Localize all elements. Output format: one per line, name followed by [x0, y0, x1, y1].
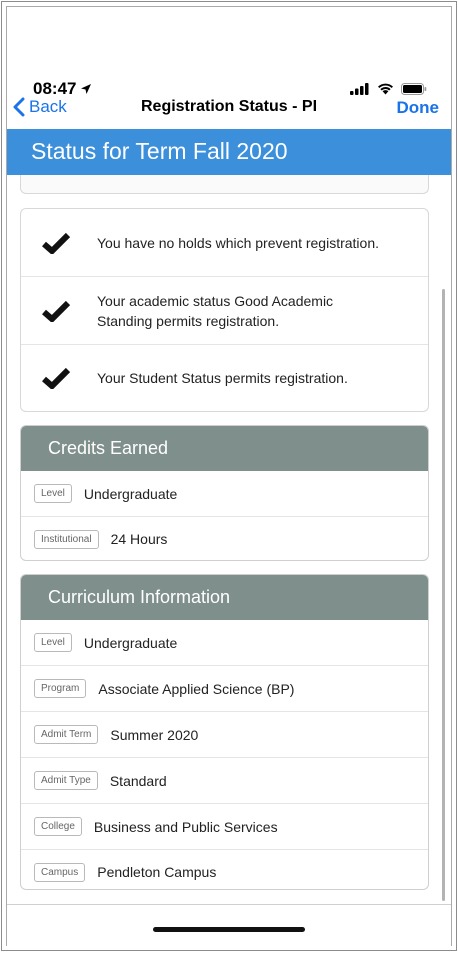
battery-icon [401, 83, 427, 95]
curriculum-info-header: Curriculum Information [21, 575, 428, 620]
field-tag: Institutional [34, 529, 99, 549]
field-value: Business and Public Services [93, 818, 278, 835]
chevron-left-icon [13, 97, 25, 117]
field-tag: Program [34, 679, 87, 698]
field-value: Standard [109, 772, 167, 789]
checkmark-icon [42, 300, 71, 322]
phone-screen: 08:47 Back Registration Status - PI Done… [6, 6, 452, 946]
field-value: Undergraduate [83, 634, 178, 651]
checkmark-icon [42, 232, 71, 254]
curriculum-row: College Business and Public Services [21, 804, 428, 850]
credits-earned-header: Credits Earned [21, 426, 428, 471]
registration-checks-card: You have no holds which prevent registra… [20, 208, 429, 412]
curriculum-info-card: Curriculum Information Level Undergradua… [20, 574, 429, 890]
curriculum-row: Campus Pendleton Campus [21, 850, 428, 889]
nav-title: Registration Status - PI [140, 98, 318, 115]
wifi-icon [378, 83, 393, 95]
check-text: Your academic status Good Academic Stand… [97, 292, 334, 329]
screen-frame: 08:47 Back Registration Status - PI Done… [1, 1, 457, 951]
field-tag: College [34, 817, 82, 836]
field-value: Associate Applied Science (BP) [98, 680, 295, 697]
previous-card [20, 175, 429, 194]
field-value: Pendleton Campus [97, 864, 217, 880]
credits-row: Institutional 24 Hours [21, 517, 428, 560]
field-tag: Level [34, 484, 72, 503]
field-tag: Level [34, 633, 72, 652]
scrollbar[interactable] [442, 289, 445, 901]
credits-earned-card: Credits Earned Level Undergraduate Insti… [20, 425, 429, 561]
term-header: Status for Term Fall 2020 [7, 129, 451, 175]
nav-bar: Back Registration Status - PI Done [7, 95, 451, 129]
check-text: You have no holds which prevent registra… [97, 234, 379, 251]
status-bar: 08:47 [7, 7, 451, 98]
field-value: 24 Hours [110, 531, 168, 547]
check-row: You have no holds which prevent registra… [21, 209, 428, 277]
field-tag: Campus [34, 862, 86, 882]
back-label: Back [29, 97, 67, 116]
field-value: Summer 2020 [110, 726, 199, 743]
location-arrow-icon [81, 84, 92, 94]
credits-row: Level Undergraduate [21, 471, 428, 517]
field-tag: Admit Term [34, 725, 99, 744]
check-row: Your Student Status permits registration… [21, 345, 428, 411]
curriculum-row: Program Associate Applied Science (BP) [21, 666, 428, 712]
curriculum-row: Admit Term Summer 2020 [21, 712, 428, 758]
done-button[interactable]: Done [397, 98, 440, 118]
field-value: Undergraduate [83, 485, 178, 502]
field-tag: Admit Type [34, 771, 98, 790]
check-row: Your academic status Good Academic Stand… [21, 277, 428, 345]
back-button[interactable]: Back [13, 97, 67, 117]
curriculum-row: Admit Type Standard [21, 758, 428, 804]
term-header-title: Status for Term Fall 2020 [31, 138, 288, 164]
bottom-divider [7, 904, 451, 905]
checkmark-icon [42, 367, 71, 389]
home-indicator[interactable] [153, 927, 305, 932]
check-text: Your Student Status permits registration… [97, 370, 348, 386]
curriculum-row: Level Undergraduate [21, 620, 428, 666]
cellular-signal-icon [350, 83, 369, 95]
status-icons [350, 83, 427, 95]
